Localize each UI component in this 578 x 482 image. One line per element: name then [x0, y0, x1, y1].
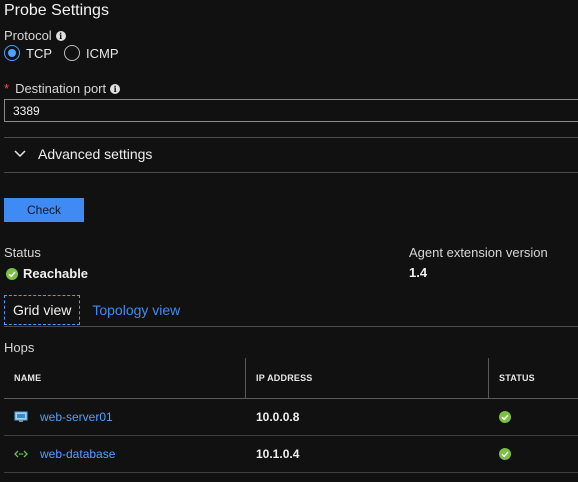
- hop-link-web-database[interactable]: web-database: [40, 447, 115, 461]
- hop-status-cell: [488, 436, 578, 472]
- tab-topology-view[interactable]: Topology view: [84, 294, 188, 326]
- required-marker: *: [4, 81, 10, 96]
- advanced-settings-label: Advanced settings: [38, 146, 153, 162]
- hop-name-cell: web-database: [4, 436, 245, 472]
- agent-extension-label: Agent extension version: [409, 245, 548, 260]
- hop-ip-address: 10.1.0.4: [256, 447, 300, 461]
- radio-icmp[interactable]: ICMP: [64, 45, 119, 61]
- green-check-icon: [499, 411, 511, 423]
- destination-port-input[interactable]: [4, 99, 578, 122]
- radio-tcp-label: TCP: [26, 45, 52, 61]
- virtual-machine-icon: [14, 411, 28, 422]
- protocol-label-row: Protocol i: [4, 28, 66, 43]
- green-check-icon: [6, 267, 18, 280]
- column-header-name[interactable]: NAME: [4, 358, 245, 398]
- agent-extension-value: 1.4: [409, 265, 427, 280]
- info-icon[interactable]: i: [55, 30, 66, 41]
- chevron-down-icon: [14, 150, 26, 158]
- hops-label: Hops: [4, 340, 35, 355]
- green-check-icon: [499, 448, 511, 460]
- status-value: Reachable: [6, 266, 88, 281]
- hop-status-cell: [488, 399, 578, 435]
- check-button[interactable]: Check: [4, 198, 84, 222]
- view-tabs: Grid view Topology view: [4, 294, 578, 327]
- table-row[interactable]: web-server01 10.0.0.8: [4, 399, 578, 436]
- hop-ip-cell: 10.0.0.8: [245, 399, 488, 435]
- destination-port-label-row: * Destination port i: [4, 81, 121, 96]
- protocol-radio-group: TCP ICMP: [4, 45, 119, 61]
- status-text: Reachable: [23, 266, 89, 281]
- protocol-label: Protocol: [4, 28, 52, 43]
- hop-ip-cell: 10.1.0.4: [245, 436, 488, 472]
- hop-ip-address: 10.0.0.8: [256, 410, 300, 424]
- hop-link-web-server01[interactable]: web-server01: [40, 410, 113, 424]
- page-title: Probe Settings: [4, 2, 109, 19]
- divider: [4, 172, 578, 173]
- radio-icmp-label: ICMP: [86, 45, 119, 61]
- column-header-ip-address[interactable]: IP ADDRESS: [245, 358, 488, 398]
- radio-selected-icon: [4, 45, 20, 61]
- status-label: Status: [4, 245, 41, 260]
- table-row[interactable]: web-database 10.1.0.4: [4, 436, 578, 473]
- radio-unselected-icon: [64, 45, 80, 61]
- column-header-status[interactable]: STATUS: [488, 358, 578, 398]
- radio-tcp[interactable]: TCP: [4, 45, 52, 61]
- info-icon[interactable]: i: [110, 83, 121, 94]
- table-header-row: NAME IP ADDRESS STATUS: [4, 358, 578, 399]
- hop-name-cell: web-server01: [4, 399, 245, 435]
- destination-port-label: Destination port: [15, 81, 107, 96]
- network-interface-icon: [14, 450, 28, 458]
- agent-extension-version: 1.4: [409, 265, 428, 280]
- advanced-settings-toggle[interactable]: Advanced settings: [14, 146, 152, 162]
- probe-settings-panel: Probe Settings Protocol i TCP ICMP * Des…: [0, 0, 578, 482]
- tab-grid-view[interactable]: Grid view: [4, 295, 81, 325]
- divider: [4, 137, 578, 138]
- hops-table: NAME IP ADDRESS STATUS web-server01 10.0…: [4, 358, 578, 473]
